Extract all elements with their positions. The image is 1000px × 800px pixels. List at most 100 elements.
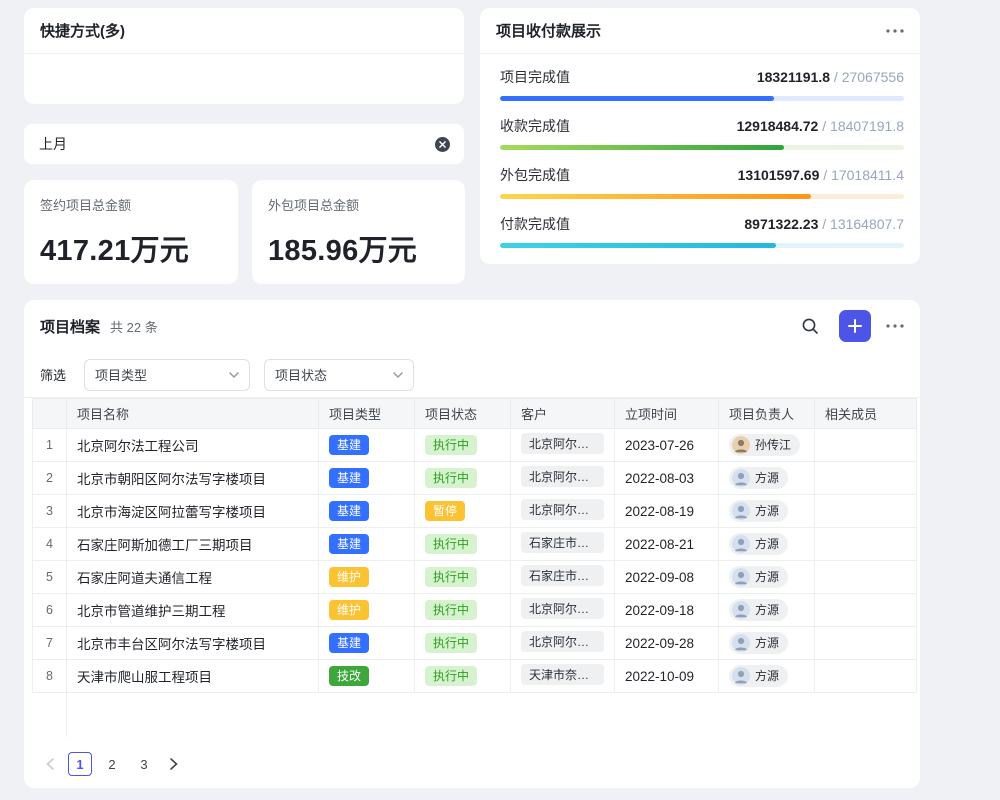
start-date-cell: 2022-09-08: [615, 561, 719, 594]
table-row[interactable]: 8 天津市爬山服工程项目 技改 执行中 天津市奈文… 2022-10-09 方源: [33, 660, 917, 693]
project-name-cell[interactable]: 北京市管道维护三期工程: [67, 594, 319, 627]
members-cell[interactable]: [815, 528, 917, 561]
avatar: [732, 667, 750, 685]
table-row[interactable]: 1 北京阿尔法工程公司 基建 执行中 北京阿尔法… 2023-07-26 孙传江: [33, 429, 917, 462]
add-record-button[interactable]: [839, 310, 871, 342]
members-cell[interactable]: [815, 561, 917, 594]
metric-payment: 付款完成值 8971322.23 / 13164807.7: [500, 214, 904, 248]
page-button-2[interactable]: 2: [100, 752, 124, 776]
prev-page-icon[interactable]: [40, 752, 60, 776]
col-members[interactable]: 相关成员: [815, 399, 917, 429]
project-status-tag: 执行中: [425, 468, 477, 488]
archive-title: 项目档案: [40, 316, 100, 337]
metrics-list: 项目完成值 18321191.8 / 27067556 收款完成值 129184…: [480, 54, 920, 248]
more-icon[interactable]: [886, 324, 904, 328]
filters-row: 筛选 项目类型 项目状态: [24, 352, 920, 398]
date-filter-value: 上月: [39, 134, 67, 154]
more-icon[interactable]: [886, 29, 904, 33]
project-name-cell[interactable]: 石家庄阿道夫通信工程: [67, 561, 319, 594]
record-count: 共 22 条: [110, 317, 158, 336]
row-index: 3: [33, 495, 67, 528]
payments-title: 项目收付款展示: [496, 20, 601, 41]
project-name-cell[interactable]: 北京市丰台区阿尔法写字楼项目: [67, 627, 319, 660]
owner-pill: 方源: [729, 533, 788, 555]
col-project-name[interactable]: 项目名称: [67, 399, 319, 429]
search-icon[interactable]: [796, 312, 824, 340]
owner-pill: 孙传江: [729, 434, 800, 456]
col-customer[interactable]: 客户: [511, 399, 615, 429]
project-status-tag: 执行中: [425, 567, 477, 587]
project-name-cell[interactable]: 天津市爬山服工程项目: [67, 660, 319, 693]
table-row[interactable]: 5 石家庄阿道夫通信工程 维护 执行中 石家庄市A县 2022-09-08 方源: [33, 561, 917, 594]
shortcuts-title: 快捷方式(多): [40, 20, 125, 41]
stat-label: 外包项目总金额: [268, 195, 449, 214]
project-name-cell[interactable]: 北京阿尔法工程公司: [67, 429, 319, 462]
metric-outsource: 外包完成值 13101597.69 / 17018411.4: [500, 165, 904, 199]
avatar: [732, 601, 750, 619]
start-date-cell: 2023-07-26: [615, 429, 719, 462]
project-name-cell[interactable]: 北京市海淀区阿拉蕾写字楼项目: [67, 495, 319, 528]
project-type-tag: 技改: [329, 666, 369, 686]
avatar: [732, 436, 750, 454]
col-project-status[interactable]: 项目状态: [415, 399, 511, 429]
members-cell[interactable]: [815, 594, 917, 627]
metric-label: 付款完成值: [500, 214, 570, 234]
members-cell[interactable]: [815, 462, 917, 495]
table-row[interactable]: 3 北京市海淀区阿拉蕾写字楼项目 基建 暂停 北京阿尔法… 2022-08-19…: [33, 495, 917, 528]
project-type-select[interactable]: 项目类型: [84, 359, 250, 391]
project-name-cell[interactable]: 北京市朝阳区阿尔法写字楼项目: [67, 462, 319, 495]
project-status-tag: 执行中: [425, 534, 477, 554]
owner-pill: 方源: [729, 467, 788, 489]
table-row[interactable]: 7 北京市丰台区阿尔法写字楼项目 基建 执行中 北京阿尔法… 2022-09-2…: [33, 627, 917, 660]
project-type-tag: 维护: [329, 567, 369, 587]
row-index: 8: [33, 660, 67, 693]
project-type-tag: 基建: [329, 633, 369, 653]
project-status-select[interactable]: 项目状态: [264, 359, 414, 391]
avatar: [732, 535, 750, 553]
progress-bar: [500, 145, 904, 150]
project-status-tag: 执行中: [425, 666, 477, 686]
avatar: [732, 502, 750, 520]
progress-bar: [500, 194, 904, 199]
stat-value: 417.21万元: [40, 227, 222, 269]
owner-pill: 方源: [729, 500, 788, 522]
table-row[interactable]: 2 北京市朝阳区阿尔法写字楼项目 基建 执行中 北京阿尔法… 2022-08-0…: [33, 462, 917, 495]
table-row[interactable]: 6 北京市管道维护三期工程 维护 执行中 北京阿尔法… 2022-09-18 方…: [33, 594, 917, 627]
project-status-tag: 执行中: [425, 633, 477, 653]
customer-tag: 天津市奈文…: [521, 664, 604, 685]
members-cell[interactable]: [815, 495, 917, 528]
metric-project: 项目完成值 18321191.8 / 27067556: [500, 67, 904, 101]
stat-card-outsourced: 外包项目总金额 185.96万元: [252, 180, 465, 284]
project-type-tag: 基建: [329, 468, 369, 488]
customer-tag: 北京阿尔法…: [521, 631, 604, 652]
empty-row: [33, 693, 917, 737]
progress-fill: [500, 145, 784, 150]
chevron-down-icon: [393, 372, 403, 378]
progress-bar: [500, 243, 904, 248]
members-cell[interactable]: [815, 660, 917, 693]
metric-label: 收款完成值: [500, 116, 570, 136]
col-start-date[interactable]: 立项时间: [615, 399, 719, 429]
row-index: 7: [33, 627, 67, 660]
project-status-tag: 执行中: [425, 435, 477, 455]
next-page-icon[interactable]: [164, 752, 184, 776]
members-cell[interactable]: [815, 429, 917, 462]
metric-label: 项目完成值: [500, 67, 570, 87]
clear-filter-icon[interactable]: [434, 136, 451, 153]
metric-values: 8971322.23 / 13164807.7: [744, 216, 904, 232]
row-index: 1: [33, 429, 67, 462]
start-date-cell: 2022-09-18: [615, 594, 719, 627]
shortcuts-card: 快捷方式(多): [24, 8, 464, 104]
col-owner[interactable]: 项目负责人: [719, 399, 815, 429]
project-name-cell[interactable]: 石家庄阿斯加德工厂三期项目: [67, 528, 319, 561]
table-row[interactable]: 4 石家庄阿斯加德工厂三期项目 基建 执行中 石家庄市A县… 2022-08-2…: [33, 528, 917, 561]
col-project-type[interactable]: 项目类型: [319, 399, 415, 429]
customer-tag: 北京阿尔法…: [521, 499, 604, 520]
metric-receipt: 收款完成值 12918484.72 / 18407191.8: [500, 116, 904, 150]
project-type-tag: 基建: [329, 435, 369, 455]
page-button-3[interactable]: 3: [132, 752, 156, 776]
table-header-row: 项目名称 项目类型 项目状态 客户 立项时间 项目负责人 相关成员: [33, 399, 917, 429]
page-button-1[interactable]: 1: [68, 752, 92, 776]
date-filter[interactable]: 上月: [24, 124, 464, 164]
members-cell[interactable]: [815, 627, 917, 660]
